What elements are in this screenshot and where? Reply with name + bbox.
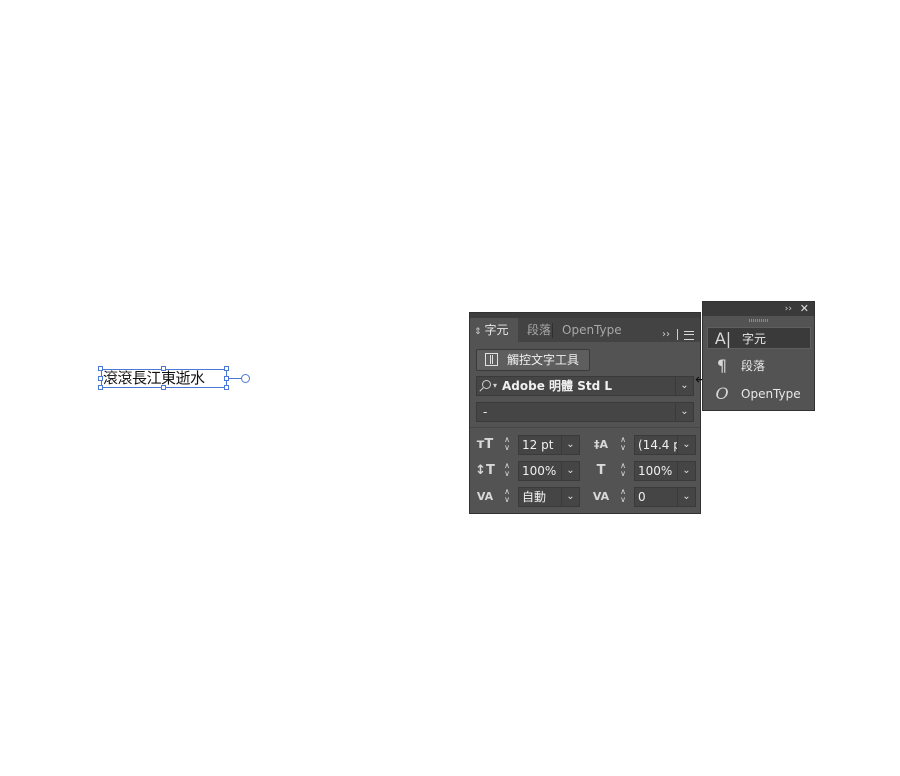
selection-handle-mid-left[interactable] <box>98 376 103 381</box>
font-family-value: Adobe 明體 Std L <box>502 379 612 393</box>
selection-handle-top-left[interactable] <box>98 366 103 371</box>
selection-handle-bottom-right[interactable] <box>224 385 229 390</box>
text-thread-line <box>228 378 242 379</box>
expand-panels-icon[interactable]: ›› <box>785 302 792 316</box>
leading-icon: ‡A <box>593 438 608 451</box>
horizontal-scale-input[interactable]: 100% <box>634 461 678 481</box>
tab-divider <box>552 323 553 338</box>
dock-item-opentype[interactable]: O OpenType <box>707 383 811 405</box>
touch-type-icon <box>485 353 498 366</box>
panel-dock: ›› ✕ A| 字元 ¶ 段落 O OpenType <box>702 301 815 411</box>
character-panel: ⇕ 字元 段落 OpenType ›› 觸控文字工具 ▾ Adobe 明體 Std… <box>469 312 701 514</box>
font-style-dropdown[interactable]: - ⌄ <box>476 402 694 422</box>
chevron-down-icon[interactable]: ⌄ <box>675 403 693 421</box>
horizontal-scale-stepper[interactable]: ∧ ∨ <box>616 462 630 480</box>
vertical-scale-icon: ↕T <box>475 463 495 478</box>
font-size-icon: ᴛT <box>476 437 494 452</box>
leading-stepper[interactable]: ∧ ∨ <box>616 436 630 454</box>
chevron-down-icon[interactable]: ⌄ <box>562 435 580 455</box>
tab-options-toggle-icon[interactable]: ⇕ <box>474 327 482 337</box>
font-style-value: - <box>483 405 488 419</box>
opentype-icon: O <box>715 384 729 403</box>
touch-type-tool-button[interactable]: 觸控文字工具 <box>476 349 590 371</box>
tab-paragraph[interactable]: 段落 <box>527 318 551 342</box>
tracking-input[interactable]: 0 <box>634 487 678 507</box>
selection-handle-bottom-left[interactable] <box>98 385 103 390</box>
chevron-down-icon[interactable]: ⌄ <box>678 487 696 507</box>
dock-item-label: 字元 <box>742 332 767 346</box>
tab-character[interactable]: ⇕ 字元 <box>470 318 518 342</box>
font-family-dropdown[interactable]: ▾ Adobe 明體 Std L ⌄ <box>476 376 694 396</box>
dock-item-paragraph[interactable]: ¶ 段落 <box>707 355 811 377</box>
panel-tabs: ⇕ 字元 段落 OpenType ›› <box>470 318 700 342</box>
vertical-scale-stepper[interactable]: ∧ ∨ <box>500 462 514 480</box>
vertical-scale-input[interactable]: 100% <box>518 461 562 481</box>
collapse-panel-icon[interactable]: ›› <box>662 323 670 347</box>
font-search-icon[interactable] <box>482 380 491 389</box>
chevron-down-icon[interactable]: ⌄ <box>678 435 696 455</box>
tab-opentype-label: OpenType <box>562 323 622 337</box>
horizontal-scale-icon: T <box>596 463 606 478</box>
kerning-input[interactable]: 自動 <box>518 487 562 507</box>
panel-menu-icon[interactable] <box>684 331 694 340</box>
selection-handle-top-mid[interactable] <box>161 366 166 371</box>
panel-divider <box>470 427 700 428</box>
tab-paragraph-label: 段落 <box>527 323 552 337</box>
dock-item-label: OpenType <box>741 387 801 401</box>
kerning-icon: VA <box>476 490 494 503</box>
tab-character-label: 字元 <box>484 323 509 337</box>
tracking-icon: VA <box>592 490 610 503</box>
kerning-stepper[interactable]: ∧ ∨ <box>500 488 514 506</box>
selection-handle-bottom-mid[interactable] <box>161 385 166 390</box>
text-out-port[interactable] <box>241 374 250 383</box>
dock-grip[interactable] <box>749 319 769 322</box>
dock-title-bar[interactable] <box>703 302 814 316</box>
paragraph-icon: ¶ <box>716 356 728 375</box>
chevron-down-icon[interactable]: ⌄ <box>675 377 693 395</box>
close-icon[interactable]: ✕ <box>800 302 809 316</box>
tracking-stepper[interactable]: ∧ ∨ <box>616 488 630 506</box>
selection-handle-top-right[interactable] <box>224 366 229 371</box>
text-frame-content[interactable]: 滾滾長江東逝水 <box>103 369 205 388</box>
tab-opentype[interactable]: OpenType <box>562 318 622 342</box>
chevron-down-icon[interactable]: ⌄ <box>562 487 580 507</box>
selected-text-frame[interactable]: 滾滾長江東逝水 <box>98 366 229 390</box>
dock-item-label: 段落 <box>741 359 766 373</box>
font-search-caret-icon: ▾ <box>493 381 498 390</box>
chevron-down-icon[interactable]: ⌄ <box>562 461 580 481</box>
leading-input[interactable]: (14.4 pt) <box>634 435 678 455</box>
panel-header-divider <box>677 329 678 340</box>
chevron-down-icon[interactable]: ⌄ <box>678 461 696 481</box>
character-icon: A| <box>714 329 732 348</box>
font-size-input[interactable]: 12 pt <box>518 435 562 455</box>
dock-item-character[interactable]: A| 字元 <box>707 327 811 349</box>
touch-type-tool-label: 觸控文字工具 <box>507 353 580 367</box>
font-size-stepper[interactable]: ∧ ∨ <box>500 436 514 454</box>
